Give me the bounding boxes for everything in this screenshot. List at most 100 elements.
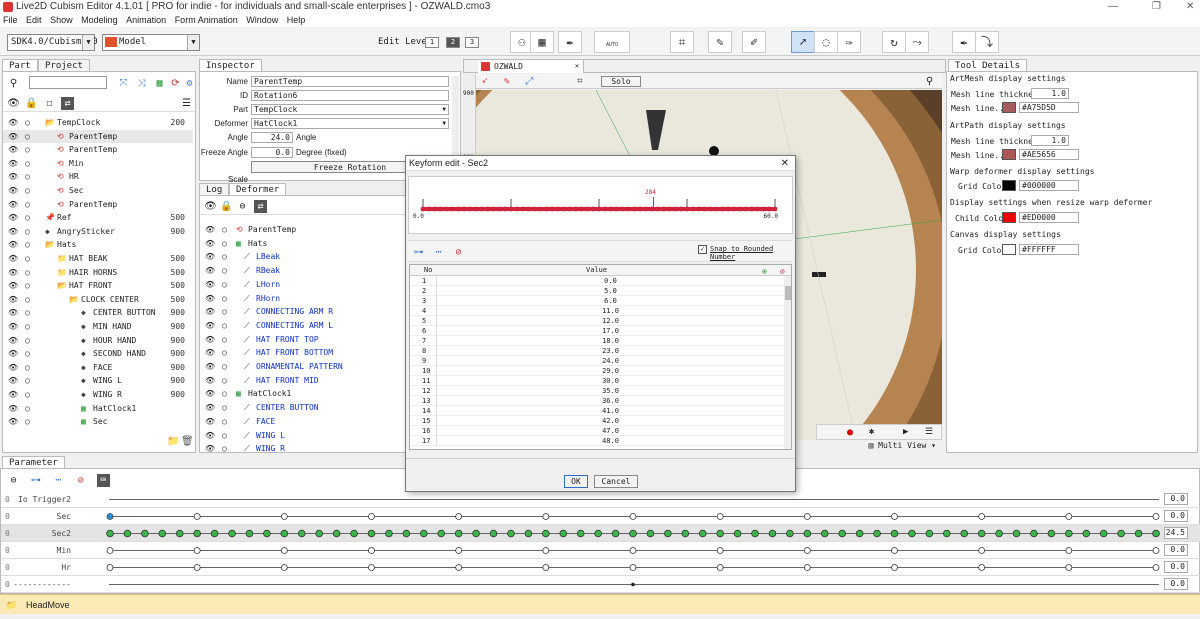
eye-icon[interactable]: 👁 (8, 238, 18, 252)
pen-icon[interactable]: ✒ (952, 31, 976, 53)
lock-toggle-icon[interactable]: ○ (25, 320, 30, 334)
parameter-value-field[interactable]: 0.0 (1164, 544, 1188, 556)
artmesh-thickness-field[interactable]: 1.0 (1031, 88, 1069, 99)
lock-toggle-icon[interactable]: ○ (25, 266, 30, 280)
lock-toggle-icon[interactable]: ○ (25, 402, 30, 416)
parameter-row[interactable]: 0 Io Trigger2 0.0 (1, 491, 1200, 508)
collapse-icon[interactable]: ⤨ (135, 77, 148, 90)
lock-toggle-icon[interactable]: ○ (25, 184, 30, 198)
scroll-thumb[interactable] (785, 286, 791, 300)
lock-toggle-icon[interactable]: ○ (222, 387, 227, 401)
eye-icon[interactable]: 👁 (8, 198, 18, 212)
lock-toggle-icon[interactable]: ○ (25, 252, 30, 266)
eye-icon[interactable]: 👁 (205, 374, 215, 388)
warp-grid-field[interactable]: #000000 (1019, 180, 1079, 191)
snap-label[interactable]: Snap to Rounded Number (710, 245, 793, 261)
filter-icon[interactable]: ⚙ (183, 77, 196, 90)
tree-row[interactable]: 👁 ○ 📂 HAT FRONT 500 (3, 279, 193, 293)
parameter-value-field[interactable]: 0.0 (1164, 510, 1188, 522)
maximize-button[interactable]: ❐ (1152, 0, 1161, 14)
eye-icon[interactable]: 👁 (205, 250, 215, 264)
eye-icon[interactable]: 👁 (8, 157, 18, 171)
row-value[interactable]: 11.0 (436, 306, 784, 316)
grid-toggle-icon[interactable]: ⌗ (573, 75, 586, 88)
eye-icon[interactable]: 👁 (8, 293, 18, 307)
lock-toggle-icon[interactable]: ○ (25, 157, 30, 171)
row-value[interactable]: 0.0 (436, 276, 784, 286)
menu-show[interactable]: Show (50, 15, 73, 25)
edit-level-2[interactable]: 2 (446, 37, 460, 48)
eye-icon[interactable]: 👁 (205, 305, 215, 319)
artpath-color-field[interactable]: #AE5656 (1019, 149, 1079, 160)
collapse-circle-icon[interactable]: ⊖ (7, 474, 20, 487)
row-value[interactable]: 12.0 (436, 316, 784, 326)
lock-toggle-icon[interactable]: ○ (222, 264, 227, 278)
table-row[interactable]: 1 0.0 (410, 276, 784, 286)
eye-icon[interactable]: 👁 (8, 143, 18, 157)
pointer-icon[interactable]: ➶ (478, 75, 491, 88)
table-scrollbar[interactable] (784, 276, 791, 449)
parameter-value-field[interactable]: 0.0 (1164, 561, 1188, 573)
eye-icon[interactable]: 👁 (8, 116, 18, 130)
lock-toggle-icon[interactable]: ○ (25, 279, 30, 293)
lock-toggle-icon[interactable]: ○ (222, 442, 227, 452)
table-row[interactable]: 2 5.0 (410, 286, 784, 296)
keyframe-track[interactable] (105, 576, 1161, 593)
artmesh-color-swatch[interactable] (1002, 102, 1016, 113)
canvas-grid-swatch[interactable] (1002, 244, 1016, 255)
eye-icon[interactable]: 👁 (8, 184, 18, 198)
eye-icon[interactable]: 👁 (8, 225, 18, 239)
table-row[interactable]: 8 23.0 (410, 346, 784, 356)
warp-grid-swatch[interactable] (1002, 180, 1016, 191)
tree-row[interactable]: 👁 ○ 📂 CLOCK CENTER 500 (3, 293, 193, 307)
keyframe-track[interactable] (105, 542, 1161, 559)
lock-toggle-icon[interactable]: ○ (25, 211, 30, 225)
eye-icon[interactable]: 👁 (205, 442, 215, 452)
tree-row[interactable]: 👁 ○ ⟲ ParentTemp (3, 143, 193, 157)
tree-row[interactable]: 👁 ○ ◆ SECOND HAND 900 (3, 347, 193, 361)
eye-icon[interactable]: 👁 (205, 429, 215, 443)
tree-row[interactable]: 👁 ○ ▦ HatClock1 (3, 402, 193, 416)
tree-row[interactable]: 👁 ○ 📁 HAT BEAK 500 (3, 252, 193, 266)
artpath-color-swatch[interactable] (1002, 149, 1016, 160)
swap-icon[interactable]: ⇄ (254, 200, 267, 213)
row-value[interactable]: 5.0 (436, 286, 784, 296)
mode-select[interactable]: Model ▼ (102, 34, 200, 51)
settings-icon[interactable]: ✱ (869, 427, 874, 437)
keyframe-track[interactable] (105, 508, 1161, 525)
parameter-row[interactable]: 0 Sec2 24.5 (1, 525, 1200, 542)
tree-row[interactable]: 👁 ○ ⟲ HR (3, 170, 193, 184)
eye-icon[interactable]: 👁 (8, 347, 18, 361)
table-row[interactable]: 10 29.0 (410, 366, 784, 376)
menu-window[interactable]: Window (246, 15, 278, 25)
table-row[interactable]: 9 24.0 (410, 356, 784, 366)
cancel-button[interactable]: Cancel (594, 475, 638, 488)
table-row[interactable]: 4 11.0 (410, 306, 784, 316)
lock-toggle-icon[interactable]: ○ (25, 361, 30, 375)
delete-key-icon[interactable]: ⊘ (452, 246, 465, 259)
table-row[interactable]: 15 42.0 (410, 416, 784, 426)
glue-icon[interactable]: ✎ (708, 31, 732, 53)
row-value[interactable]: 29.0 (436, 366, 784, 376)
lock-toggle-icon[interactable]: ○ (25, 116, 30, 130)
eye-icon[interactable]: 👁 (8, 402, 18, 416)
tree-row[interactable]: 👁 ○ ◆ FACE 900 (3, 361, 193, 375)
row-value[interactable]: 47.0 (436, 426, 784, 436)
eye-icon[interactable]: 👁 (205, 346, 215, 360)
lock-toggle-icon[interactable]: ○ (222, 401, 227, 415)
eye-icon[interactable]: 👁 (8, 170, 18, 184)
rotate-icon[interactable]: ↻ (882, 31, 906, 53)
sdk-select[interactable]: SDK4.0/Cubism4.0 ▼ (7, 34, 98, 51)
eye-icon[interactable]: 👁 (8, 388, 18, 402)
row-value[interactable]: 30.0 (436, 376, 784, 386)
child-color-swatch[interactable] (1002, 212, 1016, 223)
table-row[interactable]: 16 47.0 (410, 426, 784, 436)
row-value[interactable]: 17.0 (436, 326, 784, 336)
auto-mesh-button[interactable]: AUTO (594, 31, 630, 53)
menu-animation[interactable]: Animation (126, 15, 166, 25)
lock-toggle-icon[interactable]: ○ (25, 143, 30, 157)
list-icon[interactable]: ☰ (925, 427, 933, 437)
lock-toggle-icon[interactable]: ○ (25, 334, 30, 348)
menu-icon[interactable]: ☰ (180, 97, 193, 110)
eye-icon[interactable]: 👁 (205, 319, 215, 333)
